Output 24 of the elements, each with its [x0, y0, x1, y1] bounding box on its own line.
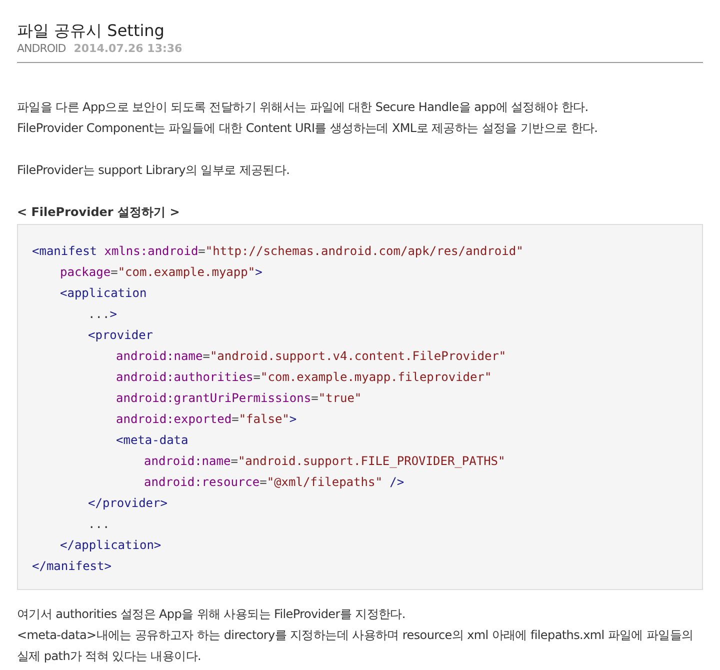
- code-line: <manifest xmlns:android="http://schemas.android.com/apk/res/android": [32, 243, 524, 260]
- paragraph: FileProvider는 support Library의 일부로 제공된다.: [17, 162, 291, 179]
- code-line: android:exported="false">: [116, 411, 297, 428]
- code-line: </application>: [60, 537, 162, 554]
- code-line: android:grantUriPermissions="true": [116, 390, 362, 407]
- code-line: ...: [88, 516, 110, 533]
- post-title: 파일 공유시 Setting: [17, 20, 166, 42]
- code-line: android:name="android.support.v4.content.FileProvider": [116, 348, 506, 365]
- code-line: android:authorities="com.example.myapp.fileprovider": [116, 369, 492, 386]
- code-line: android:resource="@xml/filepaths" />: [144, 474, 404, 491]
- code-line: </manifest>: [32, 558, 112, 575]
- code-line: <application: [60, 285, 147, 302]
- post-date: 2014.07.26 13:36: [74, 42, 182, 55]
- section-heading: < FileProvider 설정하기 >: [17, 204, 181, 221]
- code-line: ...>: [88, 306, 117, 323]
- code-line: android:name="android.support.FILE_PROVIDER_PATHS": [144, 453, 506, 470]
- code-line: package="com.example.myapp">: [60, 264, 262, 281]
- code-line: </provider>: [88, 495, 168, 512]
- paragraph: 여기서 authorities 설정은 App을 위해 사용되는 FileProvider를 지정한다.: [17, 606, 406, 623]
- code-line: <meta-data: [116, 432, 188, 449]
- paragraph: 파일을 다른 App으로 보안이 되도록 전달하기 위해서는 파일에 대한 Secure Handle을 app에 설정해야 한다. FileProvider Component는 파일들에 대한 Content URI를 생성하는데 XML로 제공하는 설정을 기반으로 한다.: [17, 99, 599, 137]
- paragraph: <meta-data>내에는 공유하고자 하는 directory를 지정하는데 사용하며 resource의 xml 아래에 filepaths.xml 파일에 파일들의 실제 path가 적혀 있다는 내용이다.: [17, 627, 694, 665]
- category-label: ANDROID: [17, 42, 66, 55]
- code-line: <provider: [88, 327, 154, 344]
